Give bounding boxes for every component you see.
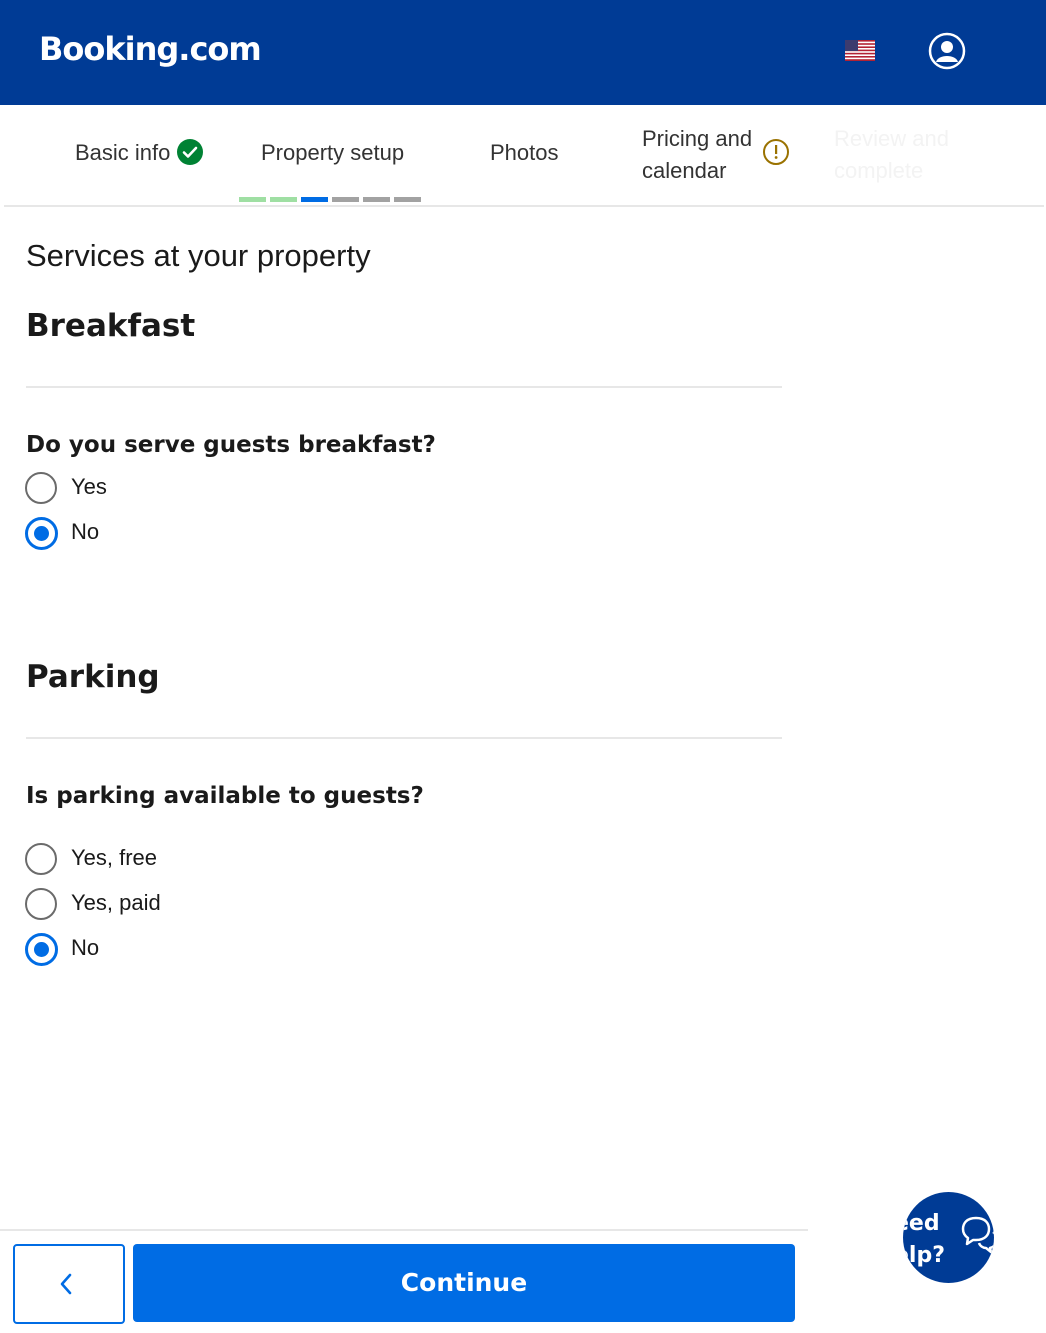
progress-segment <box>270 197 297 202</box>
radio-label: No <box>71 519 100 544</box>
chat-bubbles-icon <box>961 1216 994 1254</box>
warning-circle-icon <box>762 138 790 166</box>
radio-label: No <box>71 935 100 960</box>
radio-button[interactable] <box>25 888 57 920</box>
progress-segment <box>363 197 390 202</box>
step-pricing-calendar[interactable]: Pricing and calendar <box>642 123 772 187</box>
top-header: Booking.com <box>0 0 1046 105</box>
breakfast-question: Do you serve guests breakfast? <box>26 432 436 458</box>
page-title: Services at your property <box>26 238 371 273</box>
progress-segment <box>301 197 328 202</box>
step-tabs: Basic info Property setup Photos Pricing… <box>4 105 1044 207</box>
radio-label: Yes, paid <box>71 890 161 915</box>
radio-button[interactable] <box>25 472 57 504</box>
booking-logo[interactable]: Booking.com <box>39 30 262 68</box>
progress-segment <box>239 197 266 202</box>
progress-segment <box>394 197 421 202</box>
back-button[interactable] <box>13 1244 125 1324</box>
chevron-left-icon <box>60 1273 72 1295</box>
radio-label: Yes <box>71 474 107 499</box>
radio-label: Yes, free <box>71 845 158 870</box>
step-basic-info[interactable]: Basic info <box>75 140 170 166</box>
us-flag-icon[interactable] <box>845 40 875 61</box>
step-photos[interactable]: Photos <box>490 140 559 166</box>
step-review-complete: Review and complete <box>834 126 949 183</box>
parking-heading: Parking <box>26 659 160 695</box>
account-icon[interactable] <box>928 32 966 70</box>
radio-button[interactable] <box>25 843 57 875</box>
radio-button-selected[interactable] <box>25 933 58 966</box>
footer-divider <box>0 1229 808 1231</box>
progress-segment <box>332 197 359 202</box>
check-circle-icon <box>177 139 203 165</box>
breakfast-heading: Breakfast <box>26 308 196 344</box>
continue-button[interactable]: Continue <box>133 1244 795 1322</box>
step-property-setup[interactable]: Property setup <box>261 140 404 166</box>
parking-question: Is parking available to guests? <box>26 783 424 809</box>
divider <box>26 386 782 388</box>
divider <box>26 737 782 739</box>
radio-button-selected[interactable] <box>25 517 58 550</box>
need-help-button[interactable]: eed elp? <box>903 1192 994 1283</box>
need-help-label: eed elp? <box>903 1211 945 1268</box>
